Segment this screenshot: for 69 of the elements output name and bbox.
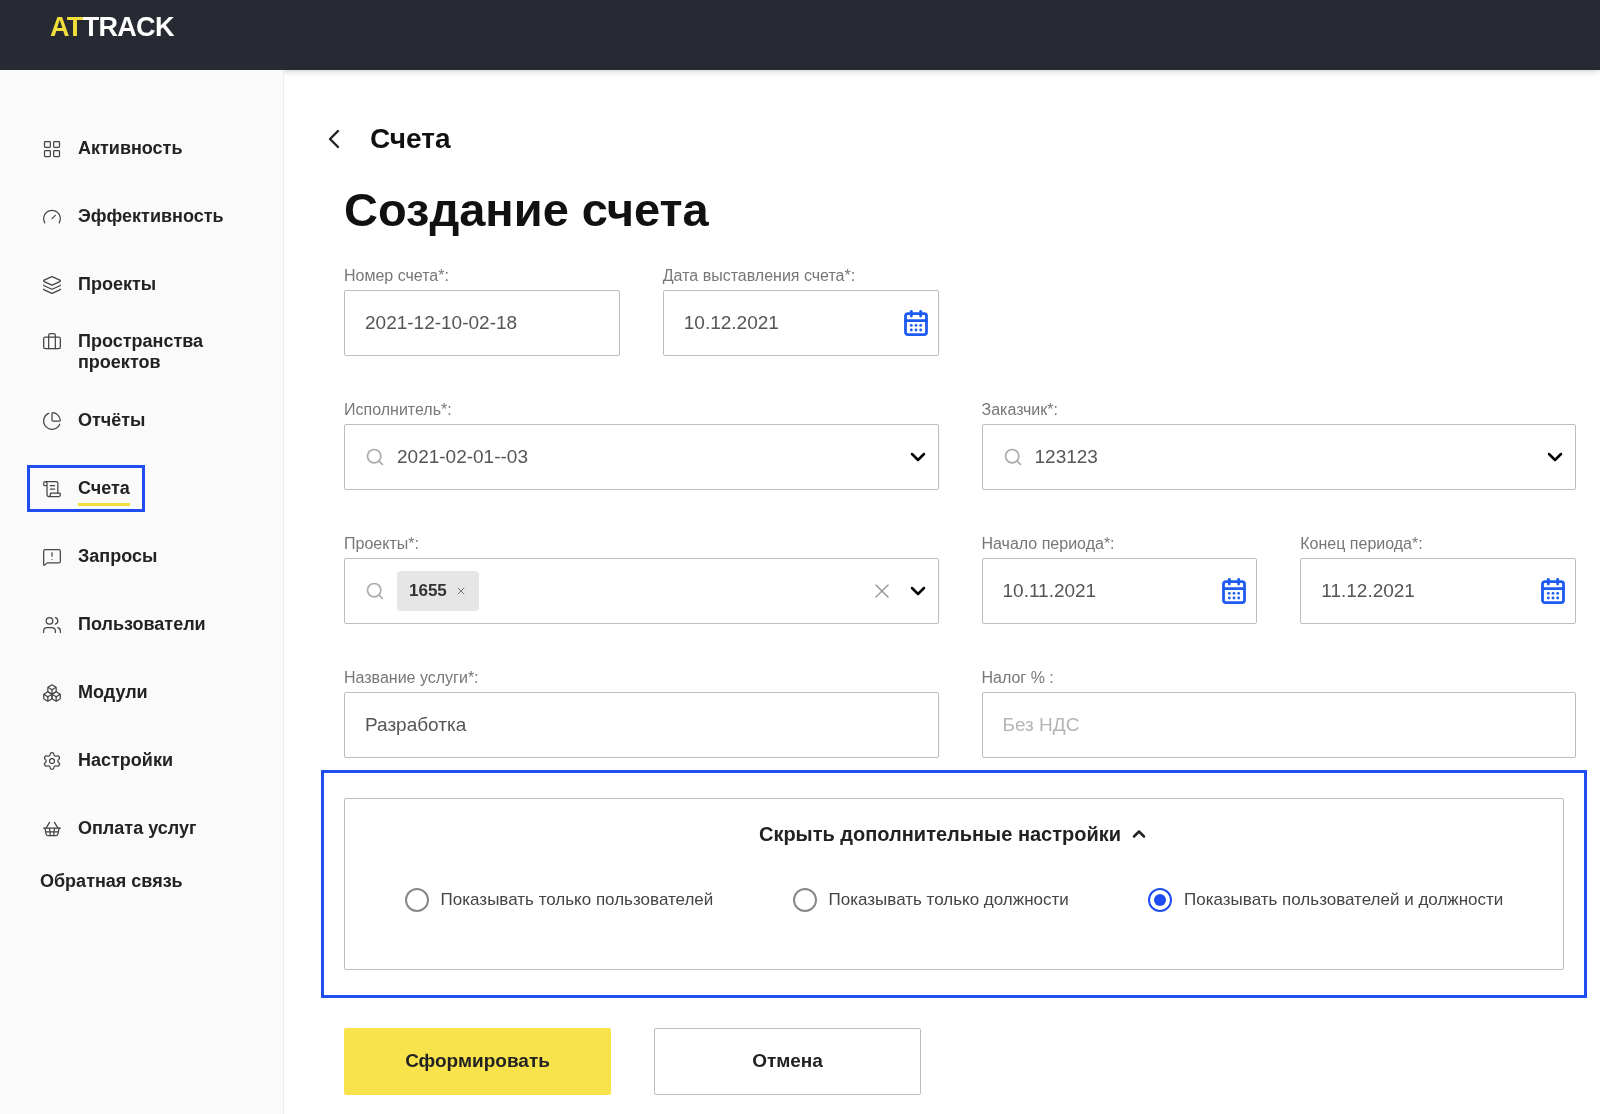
page-heading: Создание счета bbox=[344, 182, 710, 238]
sidebar-label: Запросы bbox=[78, 545, 158, 567]
sidebar-item[interactable]: Отчёты bbox=[27, 396, 161, 444]
text-field[interactable]: Разработка bbox=[344, 692, 939, 758]
toggle-settings-button[interactable]: Скрыть дополнительные настройки bbox=[758, 819, 1150, 849]
sidebar-item[interactable]: Настройки bbox=[27, 736, 188, 784]
layers-icon bbox=[42, 274, 62, 295]
sidebar-item[interactable]: Активность bbox=[27, 124, 198, 172]
sidebar-item[interactable]: Пользователи bbox=[27, 600, 221, 648]
sidebar-label: Проекты bbox=[78, 273, 157, 295]
sidebar-label: Модули bbox=[78, 681, 148, 703]
sidebar-label: Счета bbox=[78, 477, 130, 506]
radio-label: Показывать только пользователей bbox=[440, 889, 714, 911]
field-label: Налог % : bbox=[981, 668, 1055, 686]
sidebar-item[interactable]: Счета bbox=[27, 464, 145, 512]
sidebar-label: Настройки bbox=[78, 749, 173, 771]
grid-icon bbox=[42, 138, 62, 159]
blocks-icon bbox=[42, 682, 62, 703]
cancel-button[interactable]: Отмена bbox=[654, 1028, 921, 1095]
date-field[interactable]: 10.11.2021 bbox=[981, 558, 1258, 624]
field-label: Дата выставления счета*: bbox=[662, 266, 857, 284]
calendar-icon[interactable] bbox=[901, 309, 930, 337]
document-icon bbox=[42, 478, 62, 499]
field-label: Заказчик*: bbox=[981, 400, 1059, 418]
logo[interactable]: ATTRACK bbox=[50, 6, 174, 48]
sidebar-label: Пространства проектов bbox=[78, 331, 205, 373]
sidebar-item[interactable]: Оплата услуг bbox=[27, 804, 212, 852]
multiselect-field[interactable]: 1655 bbox=[344, 558, 939, 624]
sidebar-label: Оплата услуг bbox=[78, 817, 197, 839]
text-field[interactable]: 2021-12-10-02-18 bbox=[344, 290, 620, 356]
field-label: Название услуги*: bbox=[344, 668, 480, 686]
submit-button[interactable]: Сформировать bbox=[344, 1028, 611, 1095]
date-field[interactable]: 11.12.2021 bbox=[1300, 558, 1576, 624]
settings-icon bbox=[42, 750, 62, 771]
users-icon bbox=[42, 614, 62, 635]
radio-label: Показывать пользователей и должности bbox=[1184, 889, 1504, 911]
feedback-link[interactable]: Обратная связь bbox=[40, 868, 283, 895]
select-field[interactable]: 2021-02-01--03 bbox=[344, 424, 939, 490]
sidebar-item[interactable]: Эффективность bbox=[27, 192, 239, 240]
sidebar-item[interactable]: Проекты bbox=[27, 260, 172, 308]
sidebar-item[interactable]: Пространства проектов bbox=[27, 318, 253, 386]
calendar-icon[interactable] bbox=[1220, 577, 1249, 605]
search-icon bbox=[365, 447, 385, 467]
date-field[interactable]: 10.12.2021 bbox=[662, 290, 939, 356]
calendar-icon[interactable] bbox=[1539, 577, 1567, 605]
sidebar-label: Активность bbox=[78, 137, 183, 159]
field-label: Конец периода*: bbox=[1300, 534, 1424, 552]
sidebar-label: Пользователи bbox=[78, 613, 206, 635]
pie-chart-icon bbox=[42, 410, 62, 431]
field-label: Исполнитель*: bbox=[344, 400, 453, 418]
search-icon bbox=[1002, 447, 1023, 467]
radio-label: Показывать только должности bbox=[828, 889, 1069, 911]
text-field[interactable]: Без НДС bbox=[981, 692, 1576, 758]
field-label: Начало периода*: bbox=[981, 534, 1116, 552]
briefcase-icon bbox=[42, 332, 62, 352]
tag-label: 1655 bbox=[409, 580, 447, 603]
field-label: Номер счета*: bbox=[344, 266, 450, 284]
radio-button[interactable] bbox=[1148, 887, 1173, 912]
sidebar-label: Отчёты bbox=[78, 409, 146, 431]
select-field[interactable]: 123123 bbox=[981, 424, 1576, 490]
search-icon bbox=[365, 581, 385, 601]
radio-button[interactable] bbox=[404, 887, 429, 912]
field-label: Проекты*: bbox=[344, 534, 420, 552]
sidebar-label: Эффективность bbox=[78, 205, 224, 227]
sidebar-item[interactable]: Модули bbox=[27, 668, 163, 716]
page-title: Счета bbox=[370, 122, 451, 156]
sidebar-item[interactable]: Запросы bbox=[27, 532, 173, 580]
radio-button[interactable] bbox=[792, 887, 817, 912]
message-alert-icon bbox=[42, 546, 62, 567]
